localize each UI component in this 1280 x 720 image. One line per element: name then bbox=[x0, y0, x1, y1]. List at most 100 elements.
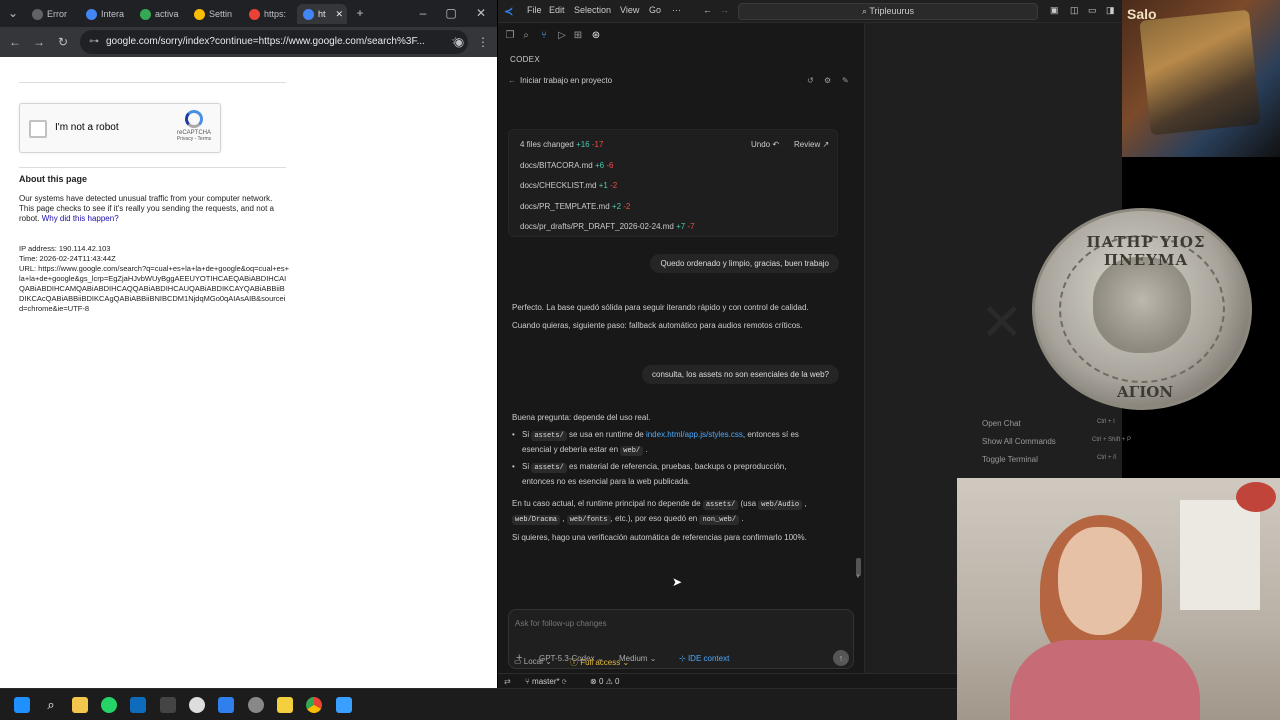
command-open-chat[interactable]: Open Chat bbox=[982, 419, 1021, 428]
extensions-icon[interactable]: ⊞ bbox=[572, 30, 584, 42]
forward-icon[interactable]: → bbox=[32, 35, 46, 49]
branch-indicator[interactable]: ⑂ master* ⟳ bbox=[525, 677, 567, 686]
search-icon[interactable]: ⌕ bbox=[43, 697, 59, 713]
tab-error[interactable]: Error bbox=[26, 4, 71, 24]
user-message: consulta, los assets no son esenciales d… bbox=[642, 365, 839, 384]
composer-input[interactable]: Ask for follow-up changes bbox=[515, 619, 607, 628]
red-object bbox=[1236, 482, 1276, 512]
nav-forward-icon[interactable]: → bbox=[720, 5, 729, 15]
privacy-terms-link[interactable]: Privacy - Terms bbox=[176, 136, 212, 142]
minimize-icon[interactable]: – bbox=[416, 6, 430, 20]
recaptcha-icon bbox=[185, 110, 203, 128]
run-icon[interactable]: ▷ bbox=[556, 30, 568, 42]
reload-icon[interactable]: ↻ bbox=[56, 35, 70, 49]
tab-strip: ⌄ Error Intera activa Settin https: ht ✕ … bbox=[0, 0, 497, 27]
file-row[interactable]: docs/CHECKLIST.md +1 -2 bbox=[520, 181, 617, 190]
explorer-icon[interactable]: ❐ bbox=[504, 30, 516, 42]
back-icon[interactable]: ← bbox=[8, 35, 22, 49]
chrome-icon[interactable] bbox=[306, 697, 322, 713]
search-icon[interactable]: ⌕ bbox=[520, 30, 532, 42]
title-bar: ≺ File Edit Selection View Go ··· ← → ⌕ … bbox=[498, 0, 1122, 23]
loading-icon: ◌ bbox=[842, 656, 847, 665]
file-row[interactable]: docs/PR_TEMPLATE.md +2 -2 bbox=[520, 202, 630, 211]
person-body bbox=[1010, 640, 1200, 720]
menu-go[interactable]: Go bbox=[649, 5, 661, 15]
windows-start-icon[interactable] bbox=[14, 697, 30, 713]
command-toggle-terminal[interactable]: Toggle Terminal bbox=[982, 455, 1038, 464]
google-icon bbox=[303, 8, 314, 20]
site-info-icon[interactable]: ⊶ bbox=[89, 30, 99, 54]
store-icon[interactable] bbox=[130, 697, 146, 713]
chrome-icon bbox=[194, 8, 205, 20]
back-icon[interactable]: ← bbox=[508, 76, 516, 85]
thread-title: Iniciar trabajo en proyecto bbox=[520, 76, 613, 85]
tab-intera[interactable]: Intera bbox=[80, 4, 125, 24]
source-control-icon[interactable]: ⑂ bbox=[538, 30, 550, 42]
codex-panel: ❐ ⌕ ⑂ ▷ ⊞ ⊛ CODEX ← Iniciar trabajo en p… bbox=[498, 23, 865, 673]
menu-selection[interactable]: Selection bbox=[574, 5, 611, 15]
new-thread-icon[interactable]: ✎ bbox=[842, 76, 849, 85]
list-item: • Si assets/ es material de referencia, … bbox=[512, 462, 787, 486]
problems-indicator[interactable]: ⊗ 0 ⚠ 0 bbox=[590, 677, 619, 686]
menu-more[interactable]: ··· bbox=[672, 5, 681, 15]
new-tab-icon[interactable]: + bbox=[353, 6, 367, 20]
codex-icon[interactable]: ⊛ bbox=[590, 30, 602, 42]
vscode-icon[interactable] bbox=[218, 697, 234, 713]
copilot-icon[interactable]: ▣ bbox=[1050, 5, 1059, 16]
why-link[interactable]: Why did this happen? bbox=[42, 214, 119, 223]
history-icon[interactable]: ↺ bbox=[807, 76, 814, 85]
favicon-icon bbox=[32, 8, 43, 20]
maximize-icon[interactable]: ▢ bbox=[444, 6, 458, 20]
tab-settings[interactable]: Settin bbox=[188, 4, 236, 24]
remote-icon[interactable]: ⇄ bbox=[504, 677, 511, 686]
undo-button[interactable]: Undo ↶ bbox=[751, 140, 779, 149]
close-tab-icon[interactable]: ✕ bbox=[336, 9, 344, 20]
book-image bbox=[1139, 9, 1261, 136]
taskbar: ⌕ bbox=[0, 688, 957, 720]
recaptcha-checkbox[interactable] bbox=[29, 120, 47, 138]
file-link[interactable]: index.html/app.js/styles.css bbox=[646, 430, 743, 439]
chevron-down-icon: ⌄ bbox=[649, 654, 657, 663]
tab-https[interactable]: https: bbox=[243, 4, 293, 24]
branch-icon: ⑂ bbox=[525, 677, 533, 686]
app-icon[interactable] bbox=[248, 697, 264, 713]
app-icon[interactable] bbox=[160, 697, 176, 713]
tab-search-icon[interactable]: ⌄ bbox=[6, 6, 20, 20]
panel-toggle-icon[interactable]: ▭ bbox=[1088, 5, 1097, 16]
close-window-icon[interactable]: ✕ bbox=[474, 6, 488, 20]
command-center[interactable]: ⌕ Tripleuurus bbox=[738, 3, 1038, 20]
panel-title: CODEX bbox=[510, 55, 540, 64]
command-show-all[interactable]: Show All Commands bbox=[982, 437, 1056, 446]
assistant-message: Buena pregunta: depende del uso real. • … bbox=[512, 411, 842, 545]
menu-icon[interactable]: ⋮ bbox=[476, 35, 490, 49]
notepad-icon[interactable] bbox=[336, 697, 352, 713]
google-icon bbox=[249, 8, 260, 20]
recaptcha-widget: I'm not a robot reCAPTCHA Privacy - Term… bbox=[19, 103, 221, 153]
user-message: Quedo ordenado y limpio, gracias, buen t… bbox=[650, 254, 839, 273]
chatgpt-icon[interactable] bbox=[189, 697, 205, 713]
file-explorer-icon[interactable] bbox=[72, 697, 88, 713]
tab-activa[interactable]: activa bbox=[134, 4, 179, 24]
scroll-down-icon[interactable]: ▼ bbox=[855, 574, 861, 580]
access-select[interactable]: ⓘ Full access ⌄ bbox=[570, 657, 629, 668]
file-row[interactable]: docs/BITACORA.md +6 -6 bbox=[520, 161, 613, 170]
tab-active[interactable]: ht ✕ bbox=[297, 4, 347, 24]
menu-file[interactable]: File bbox=[527, 5, 542, 15]
notes-icon[interactable] bbox=[277, 697, 293, 713]
address-bar[interactable]: ⊶ google.com/sorry/index?continue=https:… bbox=[80, 30, 468, 54]
files-summary: 4 files changed +16 -17 bbox=[520, 140, 604, 149]
sidebar-toggle-icon[interactable]: ◨ bbox=[1106, 5, 1115, 16]
review-button[interactable]: Review ↗ bbox=[794, 140, 829, 149]
menu-view[interactable]: View bbox=[620, 5, 639, 15]
environment-select[interactable]: ▭ Local ⌄ bbox=[514, 657, 552, 666]
settings-icon[interactable]: ⚙ bbox=[824, 76, 831, 85]
profile-icon[interactable]: ◉ bbox=[452, 35, 466, 49]
menu-edit[interactable]: Edit bbox=[549, 5, 565, 15]
ide-context-toggle[interactable]: ⊹ IDE context bbox=[679, 654, 729, 663]
warning-icon: ⚠ bbox=[605, 677, 616, 686]
file-row[interactable]: docs/pr_drafts/PR_DRAFT_2026-02-24.md +7… bbox=[520, 222, 695, 231]
whatsapp-icon[interactable] bbox=[101, 697, 117, 713]
nav-back-icon[interactable]: ← bbox=[703, 5, 712, 15]
layout-icon[interactable]: ◫ bbox=[1070, 5, 1079, 16]
about-title: About this page bbox=[19, 174, 87, 184]
